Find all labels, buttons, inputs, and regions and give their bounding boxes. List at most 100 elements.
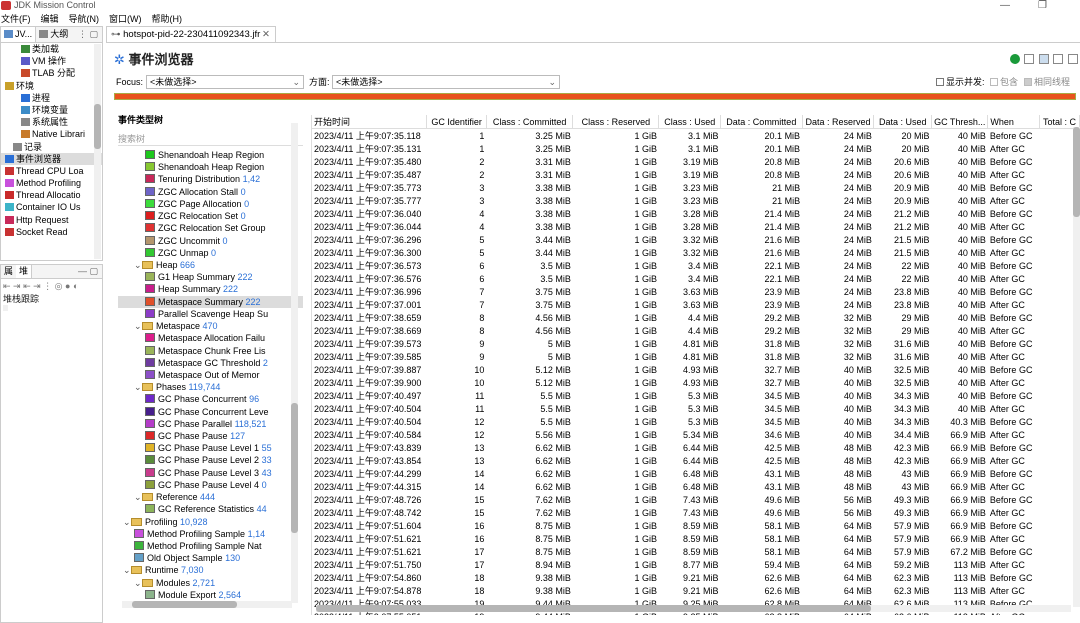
outline-scrollbar[interactable] (94, 44, 101, 259)
tree-item[interactable]: Method Profiling Sample Nat (118, 540, 303, 552)
expand-icon[interactable]: ⌄ (134, 259, 142, 271)
outline-item[interactable]: 环境 (1, 80, 102, 92)
table-row[interactable]: 2023/4/11 上午9:07:44.315 14 6.62 MiB 1 GiB 6.… (312, 480, 1080, 493)
outline-item[interactable]: 记录 (1, 141, 102, 153)
tree-item[interactable]: GC Phase Concurrent Leve (118, 406, 303, 418)
column-header[interactable]: Data : Reserved (802, 115, 875, 129)
table-scrollbar[interactable] (1073, 127, 1080, 607)
table-row[interactable]: 2023/4/11 上午9:07:36.573 6 3.5 MiB 1 GiB 3.4 … (312, 259, 1080, 272)
tree-item[interactable]: Old Object Sample 130 (118, 552, 303, 564)
tree-item[interactable]: Parallel Scavenge Heap Su (118, 308, 303, 320)
tree-item[interactable]: GC Phase Pause Level 3 43 (118, 467, 303, 479)
outline-item[interactable]: Container IO Us (1, 201, 102, 213)
table-row[interactable]: 2023/4/11 上午9:07:54.860 18 9.38 MiB 1 GiB 9.… (312, 571, 1080, 584)
outline-item[interactable]: Thread CPU Loa (1, 165, 102, 177)
table-row[interactable]: 2023/4/11 上午9:07:48.726 15 7.62 MiB 1 GiB 7.… (312, 493, 1080, 506)
table-row[interactable]: 2023/4/11 上午9:07:51.604 16 8.75 MiB 1 GiB 8.… (312, 519, 1080, 532)
table-row[interactable]: 2023/4/11 上午9:07:36.996 7 3.75 MiB 1 GiB 3.6… (312, 285, 1080, 298)
contains-option[interactable]: 包含 (990, 75, 1018, 89)
tab-heap[interactable]: 堆 (16, 265, 33, 278)
table-row[interactable]: 2023/4/11 上午9:07:40.504 11 5.5 MiB 1 GiB 5.3… (312, 402, 1080, 415)
tree-folder[interactable]: ⌄ Heap 666 (118, 259, 303, 271)
check-icon[interactable] (1009, 54, 1020, 64)
menu-item[interactable]: 窗口(W) (109, 14, 142, 24)
tree-item[interactable]: Heap Summary 222 (118, 283, 303, 295)
menu-item[interactable]: 文件(F) (1, 14, 31, 24)
tree-hscrollbar[interactable] (122, 601, 292, 608)
tree-item[interactable]: GC Phase Pause Level 4 0 (118, 479, 303, 491)
focus-select[interactable]: <未做选择> ⌄ (146, 75, 304, 89)
tab-properties[interactable]: 属 (1, 265, 16, 278)
table-row[interactable]: 2023/4/11 上午9:07:51.621 17 8.75 MiB 1 GiB 8.… (312, 545, 1080, 558)
column-header[interactable]: Data : Committed (720, 115, 803, 129)
show-concurrent[interactable]: 显示并发: (936, 75, 985, 89)
outline-item[interactable]: TLAB 分配 (1, 67, 102, 79)
column-header[interactable]: When (987, 115, 1041, 129)
tree-item[interactable]: Metaspace Chunk Free Lis (118, 345, 303, 357)
table-row[interactable]: 2023/4/11 上午9:07:38.669 8 4.56 MiB 1 GiB 4.4… (312, 324, 1080, 337)
outline-item[interactable]: Thread Allocatio (1, 189, 102, 201)
expand-icon[interactable]: ⌄ (134, 320, 142, 332)
table-row[interactable]: 2023/4/11 上午9:07:39.900 10 5.12 MiB 1 GiB 4.… (312, 376, 1080, 389)
tree-item[interactable]: Metaspace Out of Memor (118, 369, 303, 381)
column-header[interactable]: Class : Used (658, 115, 722, 129)
tree-item[interactable]: ZGC Relocation Set Group (118, 222, 303, 234)
table-row[interactable]: 2023/4/11 上午9:07:35.773 3 3.38 MiB 1 GiB 3.2… (312, 181, 1080, 194)
table-row[interactable]: 2023/4/11 上午9:07:35.131 1 3.25 MiB 1 GiB 3.1… (312, 142, 1080, 155)
tree-item[interactable]: ZGC Relocation Set 0 (118, 210, 303, 222)
tree-item[interactable]: Metaspace GC Threshold 2 (118, 357, 303, 369)
tree-item[interactable]: GC Phase Concurrent 96 (118, 393, 303, 405)
expand-icon[interactable]: ⌄ (134, 577, 142, 589)
table-row[interactable]: 2023/4/11 上午9:07:44.299 14 6.62 MiB 1 GiB 6.… (312, 467, 1080, 480)
table-row[interactable]: 2023/4/11 上午9:07:36.576 6 3.5 MiB 1 GiB 3.4 … (312, 272, 1080, 285)
tree-item[interactable]: Tenuring Distribution 1,42 (118, 173, 303, 185)
outline-item[interactable]: Method Profiling (1, 177, 102, 189)
tree-item[interactable]: Method Profiling Sample 1,14 (118, 528, 303, 540)
expand-icon[interactable]: ⌄ (123, 516, 131, 528)
table-row[interactable]: 2023/4/11 上午9:07:43.854 13 6.62 MiB 1 GiB 6.… (312, 454, 1080, 467)
editor-tab[interactable]: ⊶ hotspot-pid-22-230411092343.jfr ✕ (106, 26, 276, 42)
tree-item[interactable]: ZGC Allocation Stall 0 (118, 186, 303, 198)
menu-item[interactable]: 导航(N) (69, 14, 100, 24)
table-row[interactable]: 2023/4/11 上午9:07:48.742 15 7.62 MiB 1 GiB 7.… (312, 506, 1080, 519)
tree-folder[interactable]: ⌄ Profiling 10,928 (118, 516, 303, 528)
tree-item[interactable]: Shenandoah Heap Region (118, 149, 303, 161)
table-row[interactable]: 2023/4/11 上午9:07:39.573 9 5 MiB 1 GiB 4.81 M… (312, 337, 1080, 350)
column-header[interactable]: Class : Reserved (572, 115, 660, 129)
table-row[interactable]: 2023/4/11 上午9:07:40.584 12 5.56 MiB 1 GiB 5.… (312, 428, 1080, 441)
tree-folder[interactable]: ⌄ Metaspace 470 (118, 320, 303, 332)
outline-item[interactable]: 系统属性 (1, 116, 102, 128)
tree-folder[interactable]: ⌄ Modules 2,721 (118, 577, 303, 589)
split-icon[interactable] (1038, 54, 1049, 64)
table-row[interactable]: 2023/4/11 上午9:07:36.296 5 3.44 MiB 1 GiB 3.3… (312, 233, 1080, 246)
view-menu-icon[interactable]: ⋮ ▢ (78, 27, 98, 42)
outline-item[interactable]: 类加载 (1, 43, 102, 55)
outline-item[interactable]: 事件浏览器 (1, 152, 102, 165)
column-header[interactable]: Data : Used (873, 115, 933, 129)
tree-item[interactable]: GC Reference Statistics 44 (118, 503, 303, 515)
outline-item[interactable]: VM 操作 (1, 55, 102, 67)
table-row[interactable]: 2023/4/11 上午9:07:38.659 8 4.56 MiB 1 GiB 4.4… (312, 311, 1080, 324)
table-row[interactable]: 2023/4/11 上午9:07:40.497 11 5.5 MiB 1 GiB 5.3… (312, 389, 1080, 402)
tree-item[interactable]: ZGC Uncommit 0 (118, 235, 303, 247)
tree-item[interactable]: GC Phase Pause Level 1 55 (118, 442, 303, 454)
tree-folder[interactable]: ⌄ Reference 444 (118, 491, 303, 503)
tree-search-input[interactable]: 搜索树 (118, 133, 303, 146)
table-row[interactable]: 2023/4/11 上午9:07:43.839 13 6.62 MiB 1 GiB 6.… (312, 441, 1080, 454)
table-row[interactable]: 2023/4/11 上午9:07:36.300 5 3.44 MiB 1 GiB 3.3… (312, 246, 1080, 259)
table-row[interactable]: 2023/4/11 上午9:07:35.777 3 3.38 MiB 1 GiB 3.2… (312, 194, 1080, 207)
show-concurrent-checkbox[interactable] (936, 78, 944, 86)
tree-item[interactable]: G1 Heap Summary 222 (118, 271, 303, 283)
tab-outline[interactable]: 大纲 (36, 27, 71, 42)
table-row[interactable]: 2023/4/11 上午9:07:51.621 16 8.75 MiB 1 GiB 8.… (312, 532, 1080, 545)
table-row[interactable]: 2023/4/11 上午9:07:35.118 1 3.25 MiB 1 GiB 3.1… (312, 129, 1080, 143)
minimize-icon[interactable]: — (1000, 0, 1010, 11)
layout-icon[interactable] (1053, 54, 1064, 64)
column-header[interactable]: GC Identifier (426, 115, 487, 129)
tree-item[interactable]: ZGC Page Allocation 0 (118, 198, 303, 210)
expand-icon[interactable]: ⌄ (134, 381, 142, 393)
tree-item[interactable]: ZGC Unmap 0 (118, 247, 303, 259)
table-row[interactable]: 2023/4/11 上午9:07:39.585 9 5 MiB 1 GiB 4.81 M… (312, 350, 1080, 363)
close-icon[interactable]: ✕ (262, 27, 270, 42)
table-row[interactable]: 2023/4/11 上午9:07:36.044 4 3.38 MiB 1 GiB 3.2… (312, 220, 1080, 233)
